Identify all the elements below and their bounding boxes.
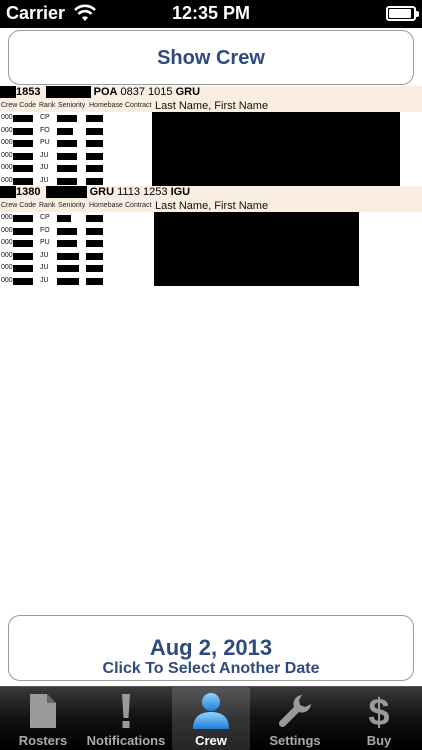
col-rank: Rank xyxy=(39,102,56,109)
flight-origin: GRU xyxy=(89,186,115,198)
flight-section: 1853 POA 0837 1015 GRU Crew Code Rank Se… xyxy=(0,86,422,187)
crew-code: 000 xyxy=(1,139,13,146)
flight-info: 1380 GRU 1113 1253 IGU xyxy=(0,186,190,199)
col-crew-code: Crew Code xyxy=(1,202,37,209)
col-name: Last Name, First Name xyxy=(155,100,269,112)
crew-code: 000 xyxy=(1,239,13,246)
col-rank: Rank xyxy=(39,202,56,209)
crew-rank: CP xyxy=(40,114,50,121)
document-icon xyxy=(4,692,82,730)
crew-rank: JU xyxy=(40,276,49,284)
crew-code: 000 xyxy=(1,226,13,234)
tab-bar: Rosters Notifications Crew Settings $ Bu… xyxy=(0,686,422,750)
crew-rank: FO xyxy=(40,226,50,234)
exclamation-icon xyxy=(84,692,168,730)
col-name: Last Name, First Name xyxy=(155,200,269,212)
crew-code: 000 xyxy=(1,251,13,259)
tab-label: Buy xyxy=(366,733,392,748)
flight-destination: GRU xyxy=(175,86,201,98)
status-bar: Carrier 12:35 PM xyxy=(0,0,422,28)
tab-label: Rosters xyxy=(18,733,68,748)
select-date-hint: Click To Select Another Date xyxy=(102,660,320,677)
person-icon xyxy=(172,692,250,730)
svg-text:$: $ xyxy=(368,692,389,730)
column-headers: Crew Code Rank Seniority Homebase Contra… xyxy=(0,100,422,112)
crew-code: 000 xyxy=(1,114,13,121)
select-date-button[interactable]: Aug 2, 2013 Click To Select Another Date xyxy=(8,615,414,681)
crew-code: 000 xyxy=(1,126,13,134)
redacted-block xyxy=(45,86,91,98)
flight-number: 1853 xyxy=(16,86,41,98)
redacted-names-block xyxy=(154,212,359,286)
tab-label: Notifications xyxy=(86,733,166,748)
col-contract: Contract xyxy=(125,202,152,209)
flight-info: 1853 POA 0837 1015 GRU xyxy=(0,86,200,99)
crew-rank: JU xyxy=(40,164,49,171)
show-crew-button[interactable]: Show Crew xyxy=(8,30,414,85)
crew-rank: JU xyxy=(40,151,49,159)
wrench-icon xyxy=(255,692,335,730)
battery-icon xyxy=(386,6,419,21)
tab-settings[interactable]: Settings xyxy=(255,687,335,750)
crew-rank: JU xyxy=(40,264,49,271)
flight-times: 1113 1253 xyxy=(117,186,168,198)
redacted-block xyxy=(45,186,87,198)
crew-code: 000 xyxy=(1,264,13,271)
tab-buy[interactable]: $ Buy xyxy=(340,687,418,750)
flight-header: 1380 GRU 1113 1253 IGU Crew Code Rank Se… xyxy=(0,186,422,212)
tab-notifications[interactable]: Notifications xyxy=(84,687,168,750)
flight-number: 1380 xyxy=(16,186,41,198)
redacted-names-block xyxy=(152,112,400,186)
redacted-block xyxy=(0,186,16,198)
col-homebase: Homebase xyxy=(89,102,123,109)
crew-code: 000 xyxy=(1,214,13,221)
flight-header: 1853 POA 0837 1015 GRU Crew Code Rank Se… xyxy=(0,86,422,112)
crew-rank: JU xyxy=(40,251,49,259)
col-seniority: Seniority xyxy=(58,202,86,209)
crew-code: 000 xyxy=(1,151,13,159)
flight-section: 1380 GRU 1113 1253 IGU Crew Code Rank Se… xyxy=(0,186,422,287)
crew-rank: PU xyxy=(40,139,50,146)
column-headers: Crew Code Rank Seniority Homebase Contra… xyxy=(0,200,422,212)
tab-crew[interactable]: Crew xyxy=(172,687,250,750)
dollar-icon: $ xyxy=(340,692,418,730)
tab-label: Settings xyxy=(269,733,321,748)
col-contract: Contract xyxy=(125,102,152,109)
crew-code: 000 xyxy=(1,276,13,284)
crew-rank: PU xyxy=(40,239,50,246)
selected-date: Aug 2, 2013 xyxy=(149,635,273,660)
tab-label: Crew xyxy=(195,733,227,748)
crew-rank: CP xyxy=(40,214,50,221)
crew-rank: FO xyxy=(40,126,50,134)
redacted-block xyxy=(0,86,16,98)
col-crew-code: Crew Code xyxy=(1,102,37,109)
tab-rosters[interactable]: Rosters xyxy=(4,687,82,750)
crew-code: 000 xyxy=(1,164,13,171)
flight-destination: IGU xyxy=(170,186,191,198)
col-homebase: Homebase xyxy=(89,202,123,209)
status-time: 12:35 PM xyxy=(171,3,251,23)
flight-times: 0837 1015 xyxy=(120,86,173,98)
col-seniority: Seniority xyxy=(58,102,86,109)
flight-origin: POA xyxy=(93,86,118,98)
